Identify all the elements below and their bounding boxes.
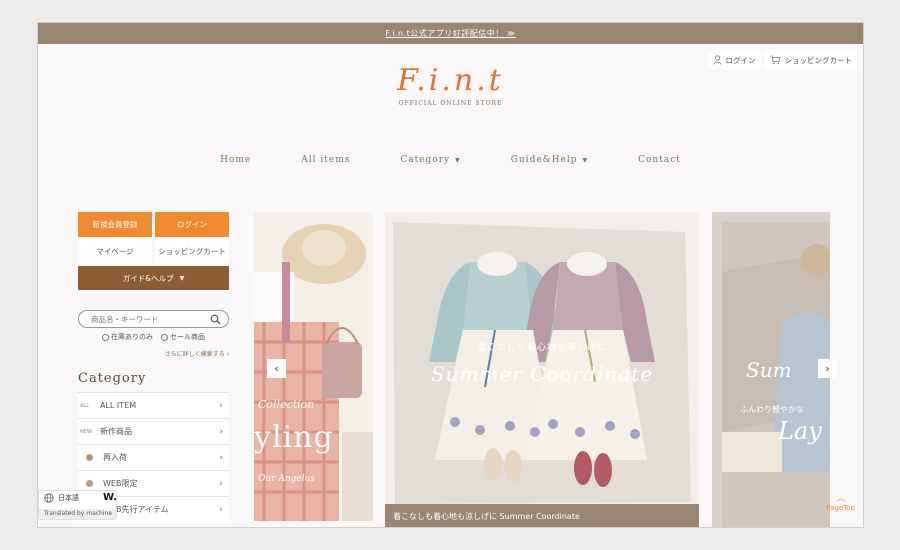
- chevron-down-icon: ▼: [455, 156, 461, 164]
- sidebar-cart-button[interactable]: ショッピングカート: [155, 239, 229, 264]
- nav-all-items[interactable]: All items: [276, 155, 375, 165]
- register-button[interactable]: 新規会員登録: [78, 212, 152, 237]
- browser-page: F.i.n.t公式アプリ好評配信中！ ≫ ログイン ショッピングカート F.i.…: [37, 22, 864, 528]
- hero-carousel: Collection yling Our Angelus 着こなしも着心地も涼し…: [254, 212, 837, 527]
- chevron-right-icon: ›: [219, 478, 223, 489]
- carousel-next-button[interactable]: ›: [818, 359, 837, 378]
- radio-sale[interactable]: [161, 333, 168, 341]
- category-item-new[interactable]: NEW 新作商品 ›: [78, 418, 229, 444]
- slide-overlay-jp: 着こなしも着心地も涼しげに: [476, 343, 607, 353]
- nav-home[interactable]: Home: [195, 155, 276, 165]
- guide-help-label: ガイド&ヘルプ: [122, 273, 174, 283]
- pagetop-button[interactable]: ︿ PageTop: [826, 491, 855, 512]
- category-title: Category: [78, 371, 147, 386]
- sidebar: 新規会員登録 ログイン マイページ ショッピングカート ガイド&ヘルプ ▼ 在庫…: [78, 212, 229, 522]
- slide-title-text: yling: [254, 420, 334, 455]
- pagetop-label: PageTop: [826, 504, 855, 512]
- category-tag: ALL: [80, 402, 89, 409]
- bullet-icon: [86, 480, 93, 487]
- carousel-slide-active[interactable]: 着こなしも着心地も涼しげに Summer Coordinate 着こなしも着心地…: [385, 212, 699, 527]
- chevron-down-icon: ▼: [179, 274, 185, 282]
- chevron-up-icon: ︿: [836, 494, 846, 504]
- nav-category[interactable]: Category ▼: [375, 155, 485, 165]
- slide-sub-text: Our Angelus: [258, 474, 316, 484]
- nav-guide-help[interactable]: Guide&Help ▼: [486, 155, 613, 165]
- chevron-right-icon: ›: [219, 452, 223, 463]
- chevron-right-icon: ›: [825, 362, 830, 375]
- filter-in-stock[interactable]: 在庫ありのみ: [102, 332, 153, 342]
- search-filters: 在庫ありのみ セール商品: [78, 332, 229, 342]
- radio-in-stock[interactable]: [102, 333, 109, 341]
- guide-help-button[interactable]: ガイド&ヘルプ ▼: [78, 266, 229, 290]
- category-label: 再入荷: [103, 453, 127, 462]
- category-item-all[interactable]: ALL ALL ITEM ›: [78, 392, 229, 418]
- chevron-down-icon: ▼: [582, 156, 589, 164]
- carousel-slide-next[interactable]: Sum ふんわり軽やかな Lay: [712, 212, 830, 527]
- slide-script-text: Collection: [258, 398, 315, 411]
- carousel-prev-button[interactable]: ‹: [267, 359, 286, 378]
- sidebar-login-button[interactable]: ログイン: [155, 212, 229, 237]
- mypage-button[interactable]: マイページ: [78, 239, 152, 264]
- advanced-search-link[interactable]: さらに詳しく検索する ›: [78, 349, 229, 358]
- category-label: ALL ITEM: [100, 401, 137, 410]
- logo-mark: F.i.n.t: [397, 63, 504, 98]
- global-nav: Home All items Category ▼ Guide&Help ▼ Con…: [38, 155, 863, 165]
- translator-logo-icon: W.: [103, 492, 118, 503]
- site-logo[interactable]: F.i.n.t OFFICIAL ONLINE STORE: [38, 63, 863, 107]
- globe-icon: [44, 493, 54, 503]
- search-input[interactable]: [91, 314, 211, 324]
- announcement-bar: F.i.n.t公式アプリ好評配信中！ ≫: [38, 23, 863, 44]
- logo-subtitle: OFFICIAL ONLINE STORE: [398, 100, 503, 107]
- language-label: 日本語: [58, 494, 79, 502]
- slide-caption: 着こなしも着心地も涼しげに Summer Coordinate: [385, 504, 699, 527]
- slide-sub-text-right: ふんわり軽やかな: [740, 405, 804, 414]
- chevron-right-icon: ›: [219, 426, 223, 437]
- chevron-right-icon: ›: [219, 504, 223, 515]
- app-announcement-link[interactable]: F.i.n.t公式アプリ好評配信中！ ≫: [385, 28, 515, 39]
- category-tag: NEW: [80, 428, 92, 435]
- chevron-right-icon: ›: [226, 351, 229, 358]
- translate-footer: Translated by machine: [39, 509, 116, 519]
- slide-title-text-right: Lay: [778, 417, 822, 445]
- category-label: WEB限定: [103, 479, 138, 488]
- bullet-icon: [86, 454, 93, 461]
- filter-sale[interactable]: セール商品: [161, 332, 205, 342]
- chevron-right-icon: ›: [219, 400, 223, 411]
- slide-script-text-right: Sum: [746, 358, 792, 382]
- search-icon[interactable]: [210, 314, 221, 325]
- chevron-left-icon: ‹: [274, 362, 279, 375]
- search-box: [78, 310, 229, 328]
- category-label: 新作商品: [100, 427, 132, 436]
- slide-overlay-en: Summer Coordinate: [430, 362, 654, 386]
- category-item-restock[interactable]: 再入荷 ›: [78, 444, 229, 470]
- nav-contact[interactable]: Contact: [613, 155, 706, 165]
- category-label: WEB先行アイテム: [103, 505, 169, 514]
